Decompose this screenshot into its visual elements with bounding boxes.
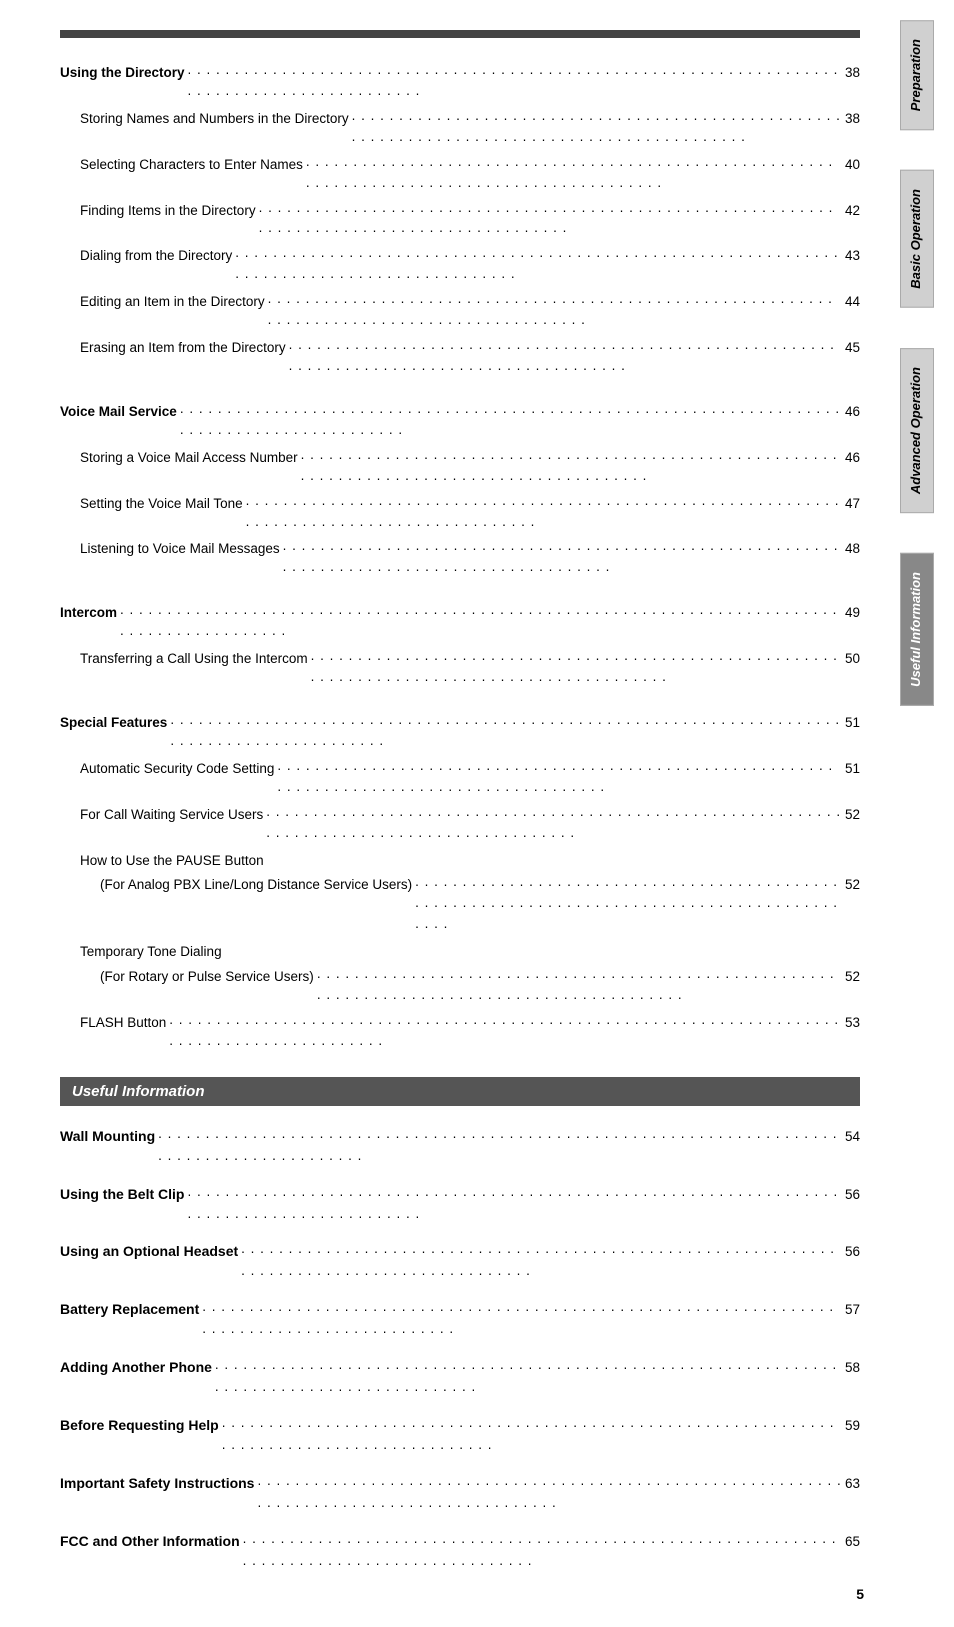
special-features-section: Special Features 51 Automatic Security C… [60,713,860,1055]
toc-belt-clip: Using the Belt Clip 56 [60,1184,860,1228]
toc-storing-names: Storing Names and Numbers in the Directo… [60,109,860,151]
toc-using-directory: Using the Directory 38 [60,63,860,105]
toc-auto-security: Automatic Security Code Setting 51 [60,759,860,801]
toc-special-features: Special Features 51 [60,713,860,755]
toc-dialing-directory: Dialing from the Directory 43 [60,246,860,288]
tab-useful-information[interactable]: Useful Information [900,553,934,706]
toc-call-waiting: For Call Waiting Service Users 52 [60,805,860,847]
toc-pause-button-header: How to Use the PAUSE Button [60,851,860,872]
toc-voice-mail: Voice Mail Service 46 [60,402,860,444]
toc-selecting-chars: Selecting Characters to Enter Names 40 [60,155,860,197]
toc-temp-tone-header: Temporary Tone Dialing [60,942,860,963]
toc-storing-voicemail: Storing a Voice Mail Access Number 46 [60,448,860,490]
voicemail-section: Voice Mail Service 46 Storing a Voice Ma… [60,402,860,581]
directory-section: Using the Directory 38 Storing Names and… [60,63,860,380]
toc-listening-voicemail: Listening to Voice Mail Messages 48 [60,539,860,581]
toc-editing-item: Editing an Item in the Directory 44 [60,292,860,334]
intercom-section: Intercom 49 Transferring a Call Using th… [60,603,860,691]
toc-battery-replacement: Battery Replacement 57 [60,1299,860,1343]
sidebar-tabs: Preparation Basic Operation Advanced Ope… [880,0,954,1627]
toc-finding-items: Finding Items in the Directory 42 [60,201,860,243]
toc-rotary-pulse: (For Rotary or Pulse Service Users) 52 [60,967,860,1009]
toc-flash-button: FLASH Button 53 [60,1013,860,1055]
toc-wall-mounting: Wall Mounting 54 [60,1126,860,1170]
toc-transferring-call: Transferring a Call Using the Intercom 5… [60,649,860,691]
toc-erasing-item: Erasing an Item from the Directory 45 [60,338,860,380]
toc-fcc-info: FCC and Other Information 65 [60,1531,860,1575]
toc-analog-pbx: (For Analog PBX Line/Long Distance Servi… [60,875,860,938]
tab-preparation[interactable]: Preparation [900,20,934,130]
toc-adding-another-phone: Adding Another Phone 58 [60,1357,860,1401]
tab-advanced-operation[interactable]: Advanced Operation [900,348,934,513]
tab-basic-operation[interactable]: Basic Operation [900,170,934,308]
toc-setting-voicemail-tone: Setting the Voice Mail Tone 47 [60,494,860,536]
toc-safety-instructions: Important Safety Instructions 63 [60,1473,860,1517]
useful-information-section: Wall Mounting 54 Using the Belt Clip 56 … [60,1126,860,1575]
toc-before-requesting-help: Before Requesting Help 59 [60,1415,860,1459]
useful-information-header: Useful Information [60,1077,860,1106]
page-number: 5 [856,1586,864,1602]
toc-optional-headset: Using an Optional Headset 56 [60,1241,860,1285]
top-bar [60,30,860,38]
toc-intercom: Intercom 49 [60,603,860,645]
